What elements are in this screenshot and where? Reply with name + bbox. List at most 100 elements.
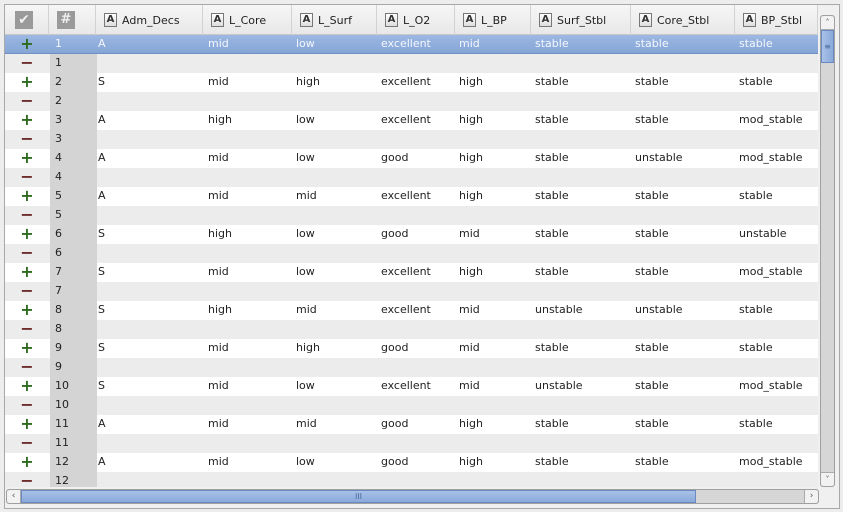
table-cell[interactable]: mid bbox=[208, 35, 229, 54]
plus-icon[interactable]: + bbox=[19, 454, 35, 470]
table-cell[interactable]: stable bbox=[635, 187, 669, 206]
minus-icon[interactable]: − bbox=[19, 321, 35, 337]
table-cell[interactable]: mod_stable bbox=[739, 453, 803, 472]
table-cell[interactable]: stable bbox=[739, 187, 773, 206]
column-header[interactable]: A L_O2 bbox=[377, 5, 455, 35]
table-cell[interactable]: high bbox=[208, 111, 232, 130]
table-cell[interactable]: mid bbox=[296, 415, 317, 434]
table-cell[interactable]: mid bbox=[208, 453, 229, 472]
table-subrow[interactable]: −5 bbox=[5, 206, 818, 225]
table-cell[interactable]: high bbox=[459, 263, 483, 282]
column-header[interactable]: A L_Core bbox=[203, 5, 292, 35]
table-cell[interactable]: stable bbox=[635, 453, 669, 472]
table-subrow[interactable]: −2 bbox=[5, 92, 818, 111]
table-cell[interactable]: A bbox=[98, 187, 106, 206]
table-cell[interactable]: excellent bbox=[381, 377, 431, 396]
table-cell[interactable]: excellent bbox=[381, 263, 431, 282]
table-cell[interactable]: good bbox=[381, 415, 408, 434]
table-cell[interactable]: stable bbox=[635, 73, 669, 92]
scroll-up-button[interactable]: ˄ bbox=[821, 16, 834, 30]
table-cell[interactable]: S bbox=[98, 301, 105, 320]
table-cell[interactable]: excellent bbox=[381, 187, 431, 206]
table-cell[interactable]: stable bbox=[635, 415, 669, 434]
horizontal-scrollbar[interactable]: ‹ III › bbox=[6, 489, 819, 504]
table-row[interactable]: +2 Smid high excellent high stable stable stabl… bbox=[5, 73, 818, 92]
table-cell[interactable]: mod_stable bbox=[739, 263, 803, 282]
table-cell[interactable]: mid bbox=[208, 149, 229, 168]
table-row[interactable]: +12 Amid low good high stable stable mod_stable bbox=[5, 453, 818, 472]
table-cell[interactable]: mid bbox=[208, 377, 229, 396]
table-subrow[interactable]: − 11 bbox=[5, 434, 818, 453]
table-cell[interactable]: A bbox=[98, 415, 106, 434]
minus-icon[interactable]: − bbox=[19, 131, 35, 147]
table-cell[interactable]: low bbox=[296, 377, 315, 396]
table-cell[interactable]: stable bbox=[535, 35, 569, 54]
table-cell[interactable]: mid bbox=[459, 301, 480, 320]
table-cell[interactable]: high bbox=[296, 73, 320, 92]
table-cell[interactable]: A bbox=[98, 453, 106, 472]
table-cell[interactable]: excellent bbox=[381, 301, 431, 320]
plus-icon[interactable]: + bbox=[19, 188, 35, 204]
column-header[interactable]: A L_BP bbox=[455, 5, 531, 35]
plus-icon[interactable]: + bbox=[19, 340, 35, 356]
table-cell[interactable]: stable bbox=[535, 149, 569, 168]
plus-icon[interactable]: + bbox=[19, 378, 35, 394]
table-cell[interactable]: stable bbox=[635, 225, 669, 244]
table-cell[interactable]: high bbox=[459, 415, 483, 434]
minus-icon[interactable]: − bbox=[19, 245, 35, 261]
table-cell[interactable]: stable bbox=[635, 111, 669, 130]
table-cell[interactable]: A bbox=[98, 35, 106, 54]
plus-icon[interactable]: + bbox=[19, 150, 35, 166]
table-subrow[interactable]: −3 bbox=[5, 130, 818, 149]
table-cell[interactable]: unstable bbox=[739, 225, 787, 244]
minus-icon[interactable]: − bbox=[19, 207, 35, 223]
table-row[interactable]: +10 Smid low excellent mid unstable stable mod_… bbox=[5, 377, 818, 396]
minus-icon[interactable]: − bbox=[19, 359, 35, 375]
table-cell[interactable]: mid bbox=[459, 225, 480, 244]
table-row[interactable]: +5 Amid mid excellent high stable stable stable bbox=[5, 187, 818, 206]
table-cell[interactable]: stable bbox=[635, 263, 669, 282]
table-cell[interactable]: A bbox=[98, 149, 106, 168]
table-cell[interactable]: stable bbox=[739, 339, 773, 358]
table-cell[interactable]: low bbox=[296, 225, 315, 244]
table-cell[interactable]: excellent bbox=[381, 73, 431, 92]
table-cell[interactable]: stable bbox=[535, 339, 569, 358]
table-cell[interactable]: high bbox=[459, 111, 483, 130]
table-cell[interactable]: unstable bbox=[635, 149, 683, 168]
table-cell[interactable]: good bbox=[381, 225, 408, 244]
table-cell[interactable]: high bbox=[459, 149, 483, 168]
table-cell[interactable]: S bbox=[98, 339, 105, 358]
table-cell[interactable]: mod_stable bbox=[739, 377, 803, 396]
table-subrow[interactable]: −9 bbox=[5, 358, 818, 377]
table-cell[interactable]: stable bbox=[535, 453, 569, 472]
table-cell[interactable]: high bbox=[459, 73, 483, 92]
table-cell[interactable]: mid bbox=[296, 301, 317, 320]
minus-icon[interactable]: − bbox=[19, 435, 35, 451]
table-cell[interactable]: S bbox=[98, 377, 105, 396]
table-cell[interactable]: mid bbox=[208, 415, 229, 434]
table-row[interactable]: +6 Shigh low good mid stable stable unstable bbox=[5, 225, 818, 244]
table-cell[interactable]: high bbox=[459, 453, 483, 472]
table-cell[interactable]: A bbox=[98, 111, 106, 130]
table-cell[interactable]: unstable bbox=[535, 301, 583, 320]
plus-icon[interactable]: + bbox=[19, 36, 35, 52]
table-cell[interactable]: unstable bbox=[635, 301, 683, 320]
plus-icon[interactable]: + bbox=[19, 74, 35, 90]
table-cell[interactable]: high bbox=[459, 187, 483, 206]
column-header[interactable]: A L_Surf bbox=[292, 5, 377, 35]
minus-icon[interactable]: − bbox=[19, 93, 35, 109]
table-cell[interactable]: excellent bbox=[381, 111, 431, 130]
table-cell[interactable]: low bbox=[296, 35, 315, 54]
table-cell[interactable]: S bbox=[98, 263, 105, 282]
table-cell[interactable]: low bbox=[296, 453, 315, 472]
table-cell[interactable]: high bbox=[208, 225, 232, 244]
table-subrow[interactable]: −6 bbox=[5, 244, 818, 263]
table-cell[interactable]: stable bbox=[535, 187, 569, 206]
table-cell[interactable]: stable bbox=[535, 111, 569, 130]
table-cell[interactable]: stable bbox=[535, 73, 569, 92]
table-cell[interactable]: mod_stable bbox=[739, 111, 803, 130]
column-header[interactable]: A Core_Stbl bbox=[631, 5, 735, 35]
table-cell[interactable]: mid bbox=[208, 73, 229, 92]
table-cell[interactable]: excellent bbox=[381, 35, 431, 54]
table-cell[interactable]: mod_stable bbox=[739, 149, 803, 168]
